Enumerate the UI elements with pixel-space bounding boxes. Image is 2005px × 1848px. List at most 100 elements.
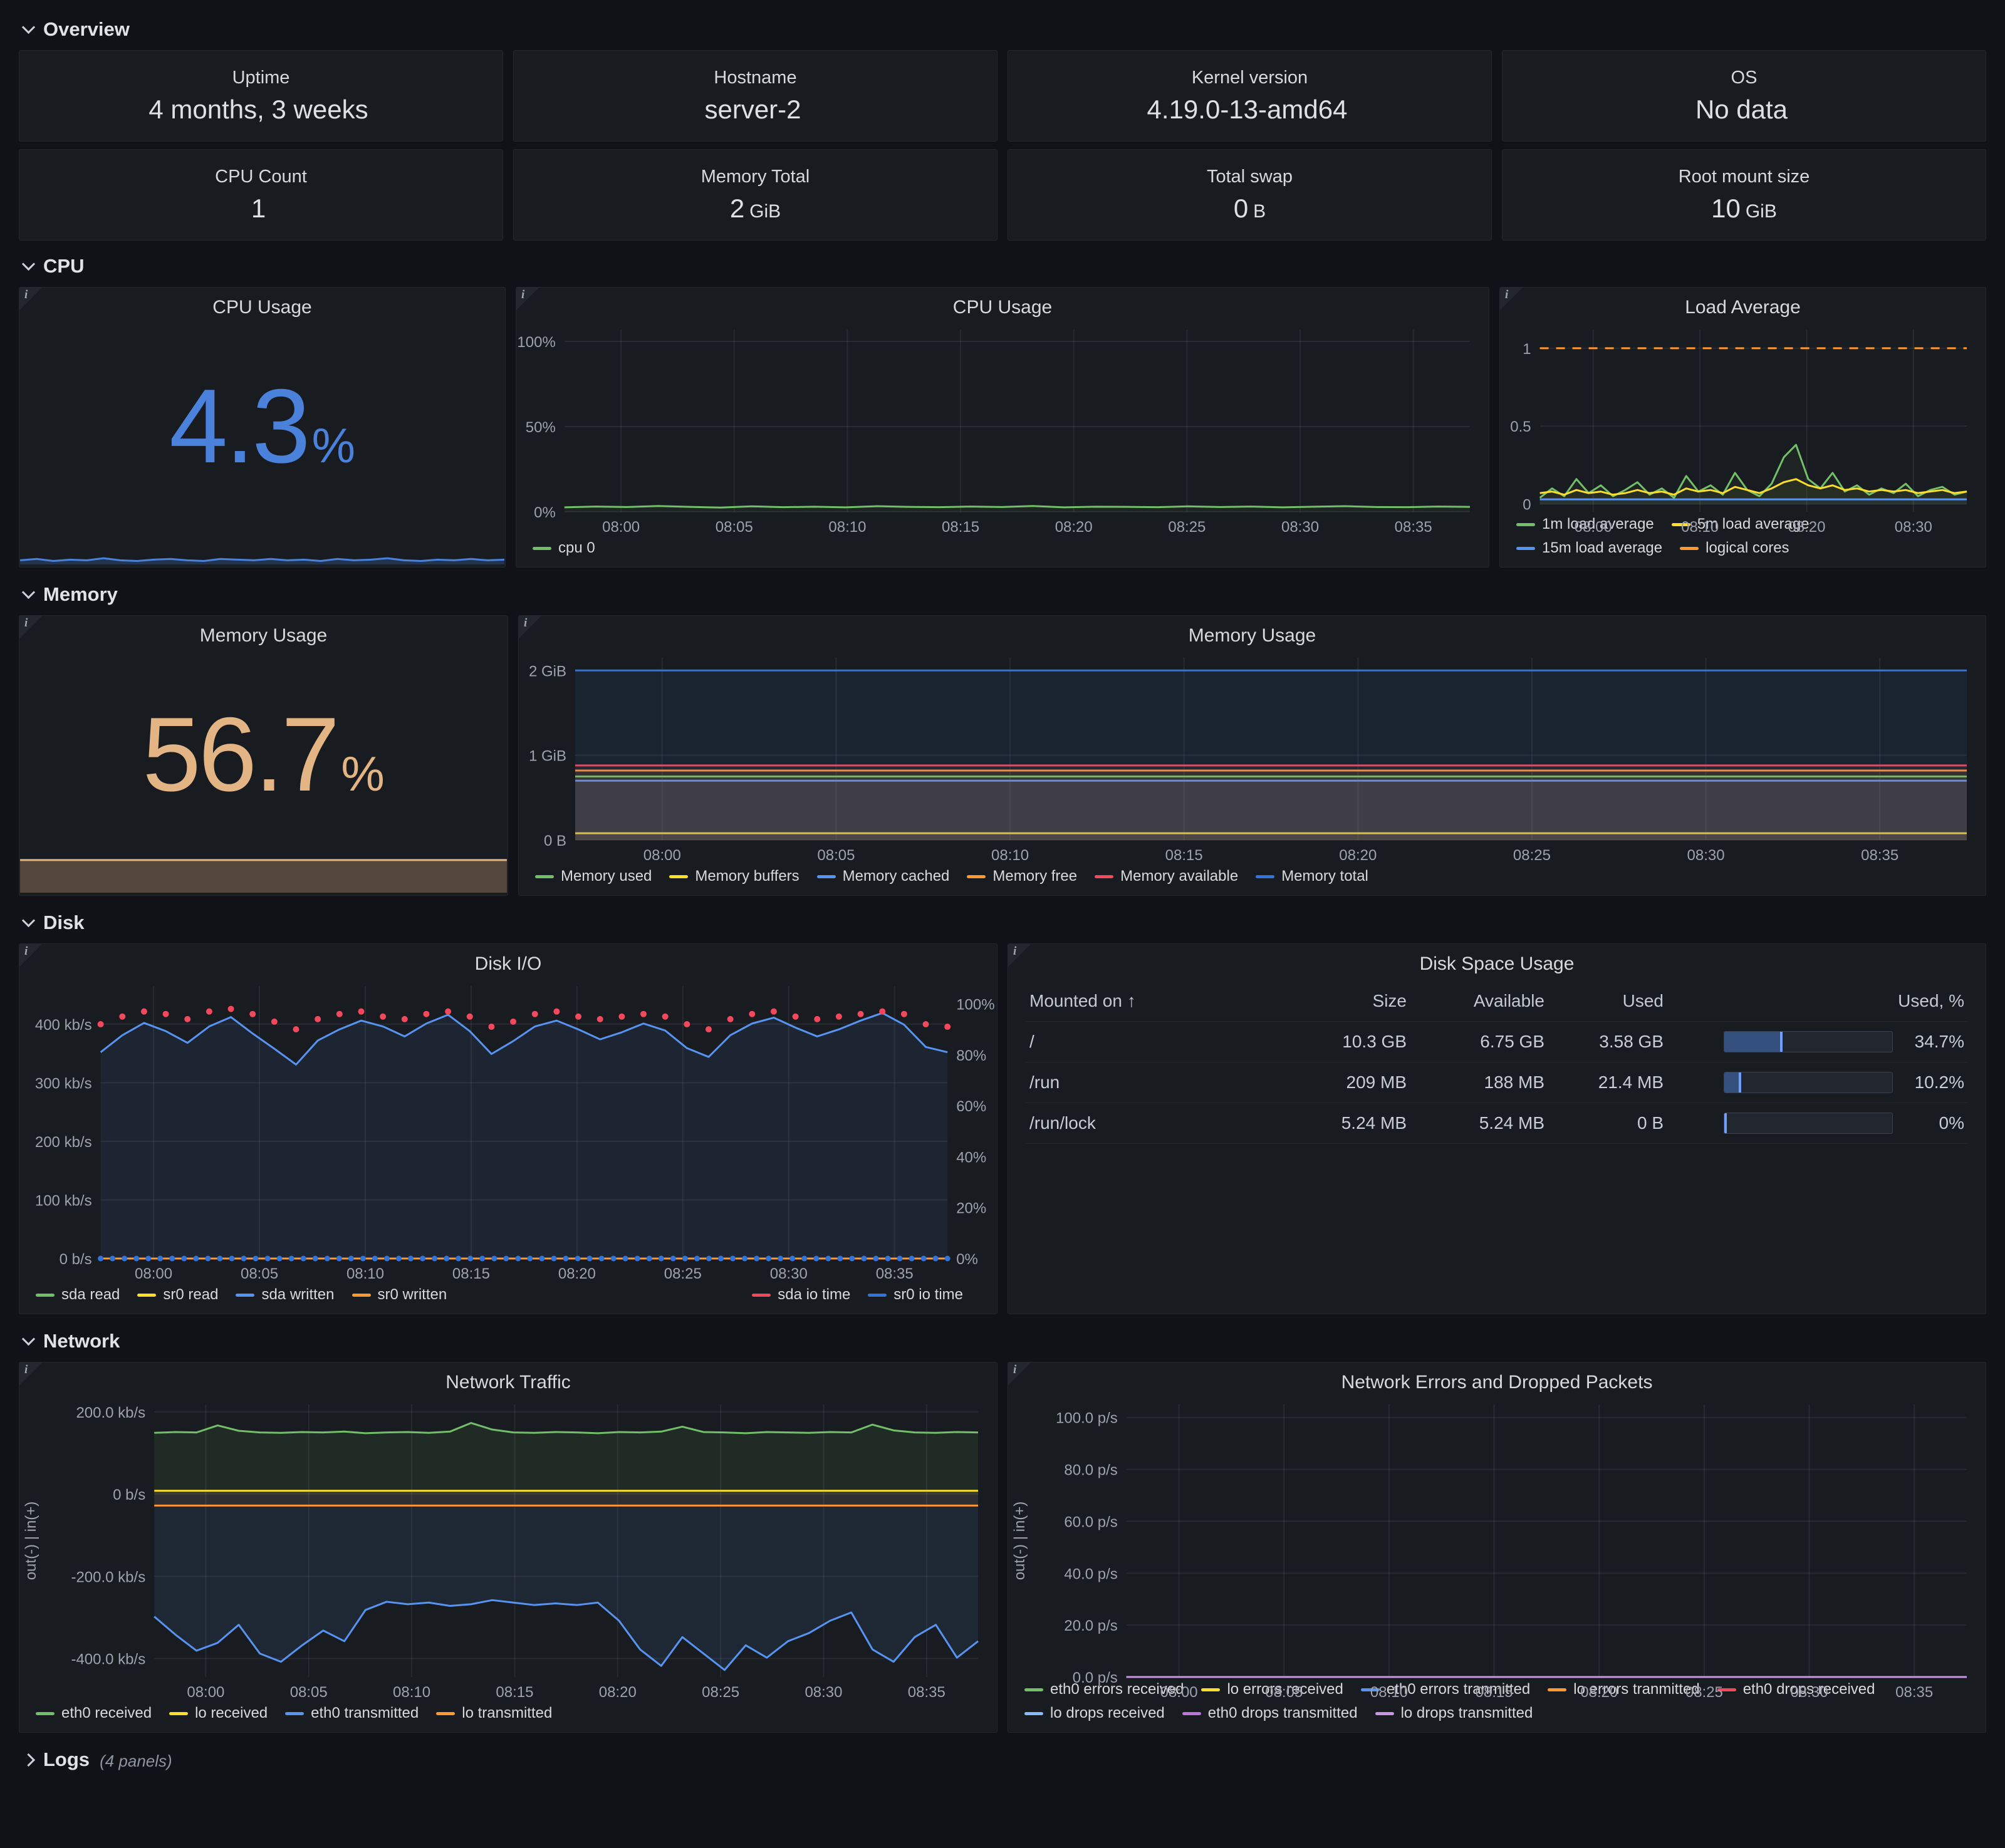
legend-item[interactable]: sr0 io time <box>868 1286 963 1304</box>
legend-item[interactable]: eth0 transmitted <box>285 1705 419 1722</box>
legend-swatch-icon <box>1516 547 1535 550</box>
info-icon[interactable]: i <box>19 1363 42 1385</box>
svg-text:0 b/s: 0 b/s <box>113 1487 145 1503</box>
column-header[interactable]: Used <box>1548 991 1667 1011</box>
svg-text:out(-) | in(+): out(-) | in(+) <box>23 1502 39 1581</box>
memory-usage-chart[interactable]: 0 B1 GiB2 GiB08:0008:0508:1008:1508:2008… <box>519 649 1986 863</box>
legend-item[interactable]: sda read <box>36 1286 120 1304</box>
legend-item[interactable]: 15m load average <box>1516 539 1662 557</box>
info-icon[interactable]: i <box>1008 1363 1031 1385</box>
panel-title: CPU Usage <box>516 288 1489 321</box>
legend-label: eth0 received <box>61 1705 152 1722</box>
legend-item[interactable]: sr0 written <box>352 1286 447 1304</box>
section-header-overview[interactable]: Overview <box>19 11 1986 48</box>
column-header[interactable]: Size <box>1291 991 1410 1011</box>
stat-panel-root-mount-size: Root mount size 10GiB <box>1502 149 1986 241</box>
svg-text:08:20: 08:20 <box>1339 847 1377 864</box>
column-header[interactable]: Available <box>1410 991 1548 1011</box>
legend-label: Memory cached <box>843 868 950 885</box>
legend-label: Memory buffers <box>695 868 799 885</box>
legend-label: lo received <box>195 1705 268 1722</box>
legend-item[interactable]: lo drops transmitted <box>1375 1705 1533 1722</box>
svg-text:-200.0 kb/s: -200.0 kb/s <box>71 1569 145 1586</box>
legend-item[interactable]: sr0 read <box>137 1286 218 1304</box>
legend-item[interactable]: Memory cached <box>817 868 950 885</box>
usage-bar <box>1724 1113 1893 1134</box>
info-icon[interactable]: i <box>19 288 42 310</box>
info-icon[interactable]: i <box>516 288 539 310</box>
stat-value: server-2 <box>704 95 801 125</box>
cpu-usage-chart[interactable]: 0%50%100%08:0008:0508:1008:1508:2008:250… <box>516 321 1489 534</box>
info-icon[interactable]: i <box>519 616 541 638</box>
legend-item[interactable]: lo transmitted <box>436 1705 552 1722</box>
svg-text:100 kb/s: 100 kb/s <box>35 1192 92 1209</box>
section-header-cpu[interactable]: CPU <box>19 248 1986 284</box>
svg-text:08:25: 08:25 <box>1168 519 1206 536</box>
info-icon[interactable]: i <box>19 616 42 638</box>
legend-label: sr0 read <box>163 1286 218 1304</box>
legend-item[interactable]: Memory available <box>1095 868 1238 885</box>
svg-text:08:15: 08:15 <box>1165 847 1203 864</box>
legend-item[interactable]: sda io time <box>752 1286 850 1304</box>
memory-usage-stat-panel: i Memory Usage 56.7% <box>19 615 508 896</box>
value-cell: 5.24 MB <box>1410 1113 1548 1133</box>
stat-value: 2 <box>730 194 744 224</box>
legend-swatch-icon <box>1256 875 1274 878</box>
usage-bar <box>1724 1072 1893 1093</box>
svg-text:0 b/s: 0 b/s <box>60 1251 92 1268</box>
legend-item[interactable]: eth0 drops transmitted <box>1182 1705 1358 1722</box>
section-title-logs: Logs <box>43 1748 90 1771</box>
column-header[interactable]: Used, % <box>1667 991 1968 1011</box>
value-cell: 21.4 MB <box>1548 1072 1667 1093</box>
legend-label: Memory total <box>1281 868 1368 885</box>
legend-label: sr0 written <box>378 1286 447 1304</box>
column-header[interactable]: Mounted on↑ <box>1026 991 1291 1011</box>
info-icon[interactable]: i <box>1008 944 1031 967</box>
section-header-network[interactable]: Network <box>19 1323 1986 1359</box>
svg-text:08:20: 08:20 <box>1788 519 1825 536</box>
legend-item[interactable]: cpu 0 <box>533 539 595 557</box>
svg-text:08:05: 08:05 <box>817 847 855 864</box>
svg-text:08:25: 08:25 <box>1685 1684 1723 1701</box>
legend-item[interactable]: lo received <box>169 1705 268 1722</box>
svg-text:08:00: 08:00 <box>135 1265 172 1282</box>
svg-text:0.0 p/s: 0.0 p/s <box>1073 1669 1118 1686</box>
section-header-memory[interactable]: Memory <box>19 576 1986 613</box>
svg-text:08:30: 08:30 <box>770 1265 808 1282</box>
legend-label: lo transmitted <box>462 1705 552 1722</box>
stat-value: 10 <box>1711 194 1741 224</box>
used-pct-cell: 10.2% <box>1667 1072 1968 1093</box>
mount-cell: /run <box>1026 1072 1291 1093</box>
used-pct-cell: 34.7% <box>1667 1031 1968 1052</box>
legend-label: sda read <box>61 1286 120 1304</box>
legend-item[interactable]: logical cores <box>1680 539 1789 557</box>
stat-unit: GiB <box>749 201 781 222</box>
load-average-chart[interactable]: 00.5108:0008:1008:2008:30 <box>1500 321 1986 511</box>
svg-text:100%: 100% <box>956 996 994 1013</box>
legend-item[interactable]: Memory buffers <box>669 868 799 885</box>
sort-asc-icon: ↑ <box>1127 991 1136 1010</box>
legend-item[interactable]: Memory total <box>1256 868 1368 885</box>
legend-item[interactable]: Memory free <box>967 868 1077 885</box>
info-icon[interactable]: i <box>1500 288 1523 310</box>
section-header-disk[interactable]: Disk <box>19 905 1986 941</box>
svg-text:08:00: 08:00 <box>643 847 681 864</box>
legend-item[interactable]: lo drops received <box>1024 1705 1165 1722</box>
stat-panel-hostname: Hostname server-2 <box>513 50 997 142</box>
legend-item[interactable]: Memory used <box>535 868 652 885</box>
stat-title: CPU Count <box>215 167 307 187</box>
legend-item[interactable]: sda written <box>236 1286 334 1304</box>
svg-text:08:10: 08:10 <box>1681 519 1719 536</box>
value-cell: 0 B <box>1548 1113 1667 1133</box>
used-pct-cell: 0% <box>1667 1113 1968 1134</box>
network-traffic-chart[interactable]: 200.0 kb/s0 b/s-200.0 kb/s-400.0 kb/s08:… <box>19 1396 997 1700</box>
section-header-logs[interactable]: Logs (4 panels) <box>19 1742 1986 1778</box>
svg-text:08:05: 08:05 <box>716 519 753 536</box>
legend-swatch-icon <box>817 875 836 878</box>
legend-item[interactable]: eth0 received <box>36 1705 152 1722</box>
disk-io-chart[interactable]: 0 b/s100 kb/s200 kb/s300 kb/s400 kb/s0%2… <box>19 977 997 1281</box>
network-errors-chart[interactable]: 0.0 p/s20.0 p/s40.0 p/s60.0 p/s80.0 p/s1… <box>1008 1396 1986 1676</box>
info-icon[interactable]: i <box>19 944 42 967</box>
svg-text:08:30: 08:30 <box>1895 519 1932 536</box>
legend-label: Memory free <box>992 868 1077 885</box>
